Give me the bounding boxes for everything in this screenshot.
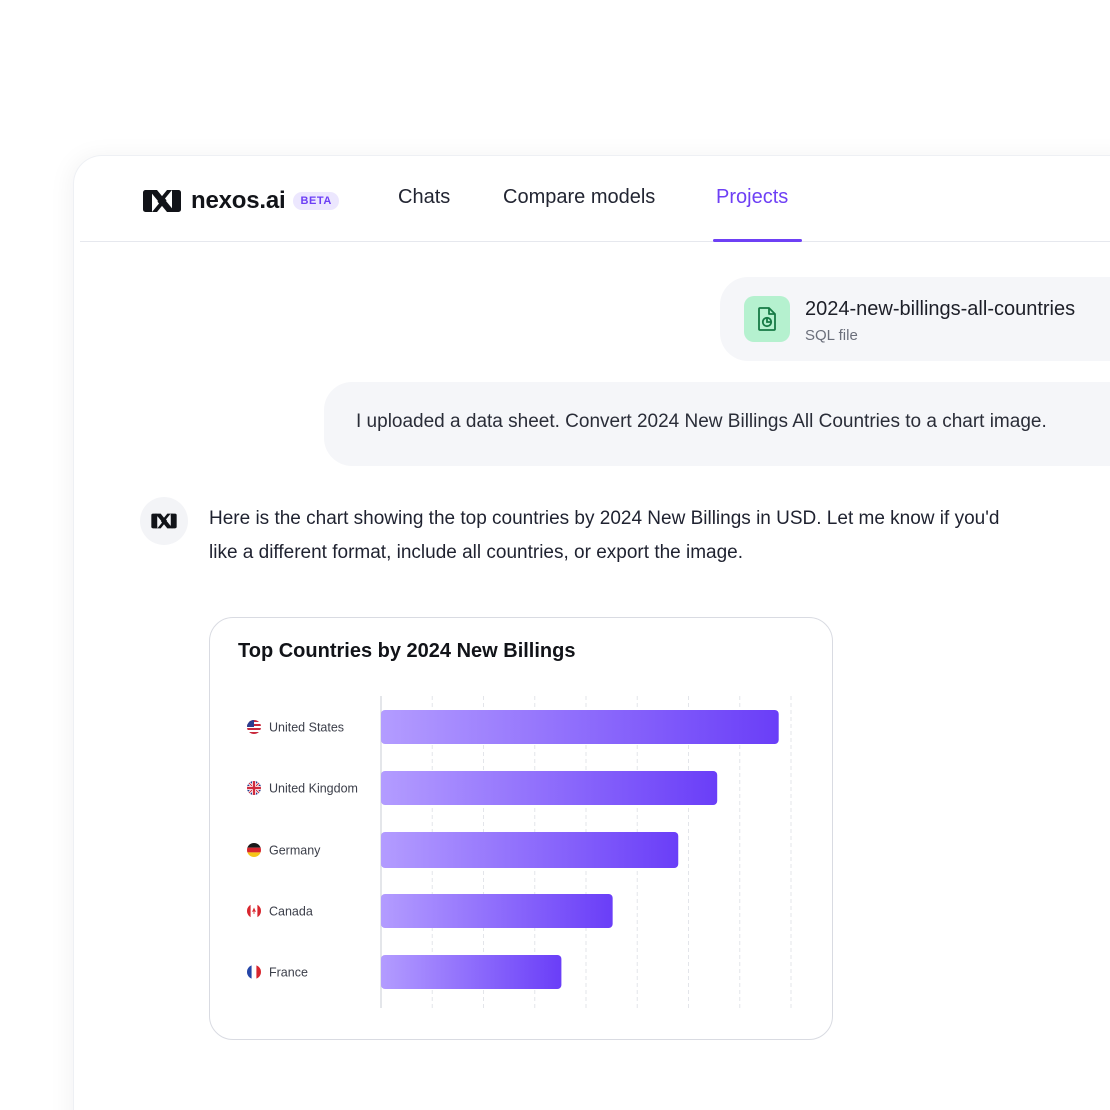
uk-flag-icon [247,781,261,795]
active-tab-indicator [713,239,802,242]
bar-chart: United States United Kingdom Germany Canada… [247,696,792,1008]
category-label: Canada [269,905,313,919]
chart-title: Top Countries by 2024 New Billings [238,640,576,662]
top-nav: nexos.ai BETA Chats Compare models Proje… [80,156,1110,242]
tab-compare-models[interactable]: Compare models [503,186,655,209]
category-label: France [269,966,308,980]
chart-card: United States United Kingdom Germany Canada… [209,617,833,1040]
category-label: Germany [269,844,321,858]
attachment-card[interactable]: 2024-new-billings-all-countries SQL file [720,277,1110,361]
tab-projects[interactable]: Projects [716,186,788,209]
germany-flag-icon [247,843,261,857]
assistant-avatar [140,497,188,545]
chart-bar [381,710,779,744]
tab-chats[interactable]: Chats [398,186,450,209]
beta-badge: BETA [293,192,339,210]
nexos-logo-icon [143,190,181,212]
chart-bar [381,894,613,928]
chart-bar [381,832,679,868]
brand-name: nexos.ai [191,187,286,214]
canada-flag-icon [247,904,261,918]
brand[interactable]: nexos.ai BETA [140,186,339,216]
chart-bar [381,955,562,989]
france-flag-icon [247,965,261,979]
user-message-text: I uploaded a data sheet. Convert 2024 Ne… [356,411,1047,432]
assistant-message-text: Here is the chart showing the top countr… [209,502,1109,570]
app-window: nexos.ai BETA Chats Compare models Proje… [74,156,1110,1110]
user-message: I uploaded a data sheet. Convert 2024 Ne… [324,382,1110,466]
chart-bar [381,771,718,805]
category-label: United States [269,721,344,735]
us-flag-icon [247,720,261,734]
assistant-message-line: like a different format, include all cou… [209,542,744,563]
nexos-avatar-icon [151,513,177,529]
assistant-message-line: Here is the chart showing the top countr… [209,508,1000,529]
attachment-name: 2024-new-billings-all-countries [805,298,1076,320]
file-chart-icon [744,296,790,342]
attachment-type: SQL file [805,327,858,344]
category-label: United Kingdom [269,782,358,796]
